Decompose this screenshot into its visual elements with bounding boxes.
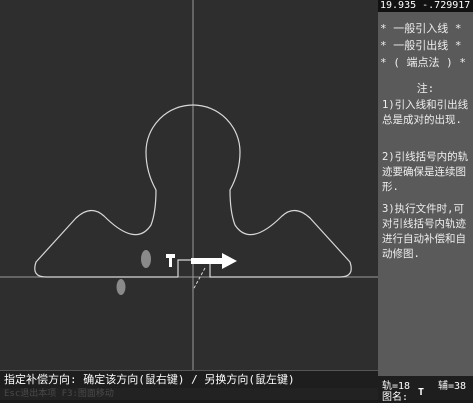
side-panel: 19.935 -.729917 * 一般引入线 * * 一般引出线 * * ( … — [378, 0, 473, 400]
note-2: 2)引线括号内的轨迹要确保是连续图形. — [382, 151, 469, 193]
coordinate-readout: 19.935 -.729917 — [378, 0, 473, 12]
lead-line-dashed — [192, 267, 206, 291]
note-1: 1)引入线和引出线总是成对的出现. — [382, 99, 469, 126]
note-3: 3)执行文件时,可对引线括号内轨迹进行自动补偿和自动修图. — [382, 203, 466, 260]
status-prompt: 指定补偿方向: 确定该方向(鼠右键) / 另换方向(鼠左键) — [0, 370, 378, 388]
key-hint-bar: Esc退出本项 F3:图面移动 — [0, 388, 378, 400]
direction-arrow-icon[interactable] — [191, 253, 237, 269]
notes-title: 注: — [416, 82, 435, 95]
lead-point-1-icon — [141, 250, 151, 268]
count-panel: 轨=18 辅=38 图名: T — [378, 376, 473, 403]
aux-count: 辅=38 — [438, 381, 467, 392]
menu-item-lead-out[interactable]: * 一般引出线 * — [380, 37, 470, 54]
menu-item-lead-in[interactable]: * 一般引入线 * — [380, 20, 470, 37]
figure-marker-icon: T — [418, 387, 425, 398]
figure-name-label: 图名: — [382, 392, 409, 403]
lead-menu: * 一般引入线 * * 一般引出线 * * ( 端点法 ) * — [380, 20, 470, 71]
drawing-svg[interactable] — [0, 0, 378, 370]
start-marker-icon — [166, 254, 175, 267]
lead-point-2-icon — [116, 279, 126, 295]
drawing-canvas[interactable] — [0, 0, 378, 370]
menu-item-endpoint-method[interactable]: * ( 端点法 ) * — [380, 54, 470, 71]
